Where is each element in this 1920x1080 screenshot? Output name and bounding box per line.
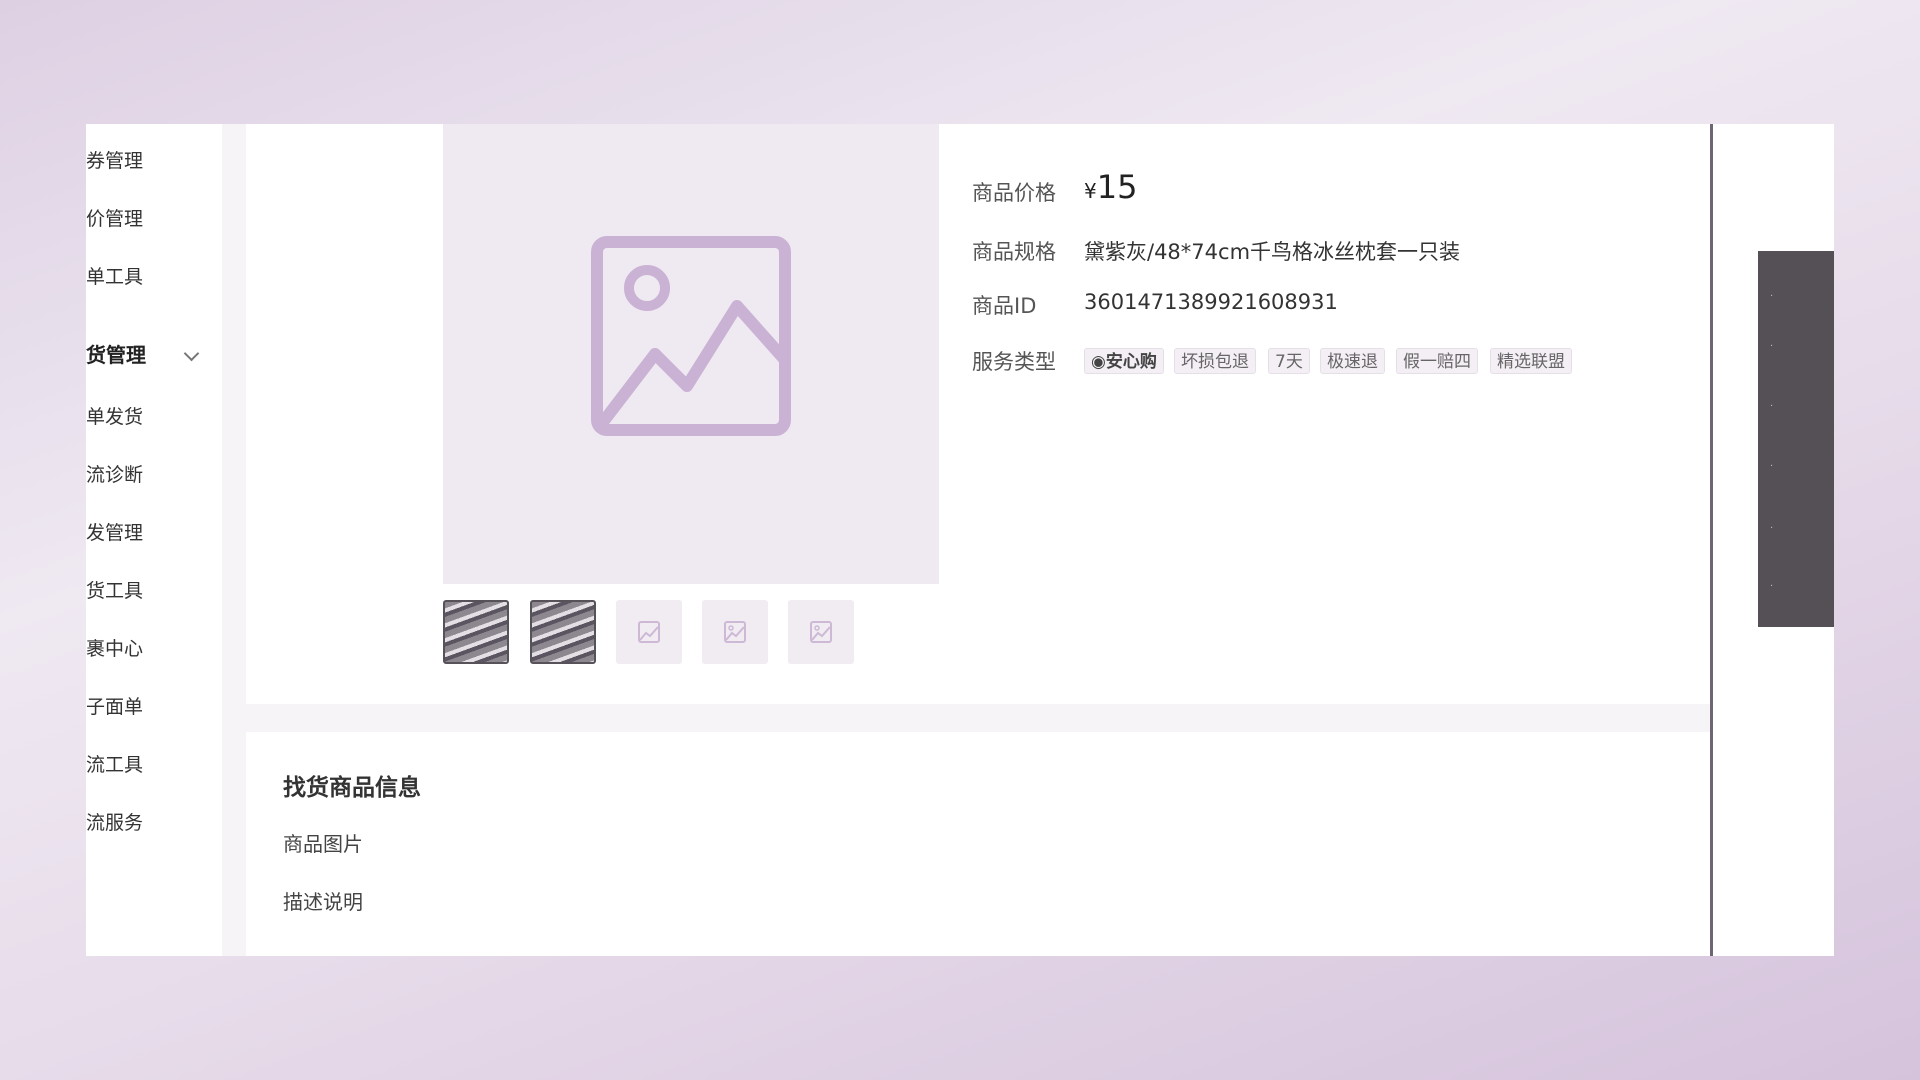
- description-label: 描述说明: [283, 890, 363, 914]
- chevron-down-icon: [183, 345, 200, 362]
- service-tag: 假一赔四: [1396, 348, 1478, 374]
- sidebar-item-logistics-diagnosis[interactable]: 流诊断: [86, 460, 143, 490]
- sidebar-item-label: 流诊断: [86, 464, 144, 486]
- sidebar-item-order-tools[interactable]: 单工具: [86, 262, 143, 292]
- sidebar-item-order-ship[interactable]: 单发货: [86, 402, 143, 432]
- price-amount: 15: [1096, 168, 1138, 206]
- sidebar-item-logistics-tools[interactable]: 流工具: [86, 750, 143, 780]
- sidebar-item-label: 单发货: [86, 406, 144, 428]
- sidebar-group-shipping[interactable]: 货管理: [86, 340, 200, 370]
- image-placeholder-icon: [810, 621, 832, 643]
- find-goods-card: [246, 732, 1710, 956]
- service-tag: 精选联盟: [1490, 348, 1572, 374]
- service-type-label: 服务类型: [972, 350, 1056, 374]
- image-placeholder-icon: [724, 621, 746, 643]
- sidebar-item-label: 货工具: [86, 580, 144, 602]
- product-images-label: 商品图片: [283, 832, 363, 856]
- shield-icon: ◉: [1091, 352, 1106, 372]
- price-currency: ¥: [1084, 179, 1097, 203]
- service-tag: 坏损包退: [1174, 348, 1256, 374]
- sidebar-item-label: 券管理: [86, 150, 144, 172]
- product-main-image[interactable]: [443, 124, 939, 584]
- sidebar-item-ship-tools[interactable]: 货工具: [86, 576, 143, 606]
- product-thumbnail[interactable]: [702, 600, 768, 664]
- sidebar-item-label: 流工具: [86, 754, 144, 776]
- sidebar-item-logistics-service[interactable]: 流服务: [86, 808, 143, 838]
- price-label: 商品价格: [972, 181, 1056, 205]
- sidebar-item-package-center[interactable]: 裹中心: [86, 634, 143, 664]
- sidebar-item-label: 裹中心: [86, 638, 144, 660]
- product-card: 商品价格 ¥15 商品规格 黛紫灰/48*74cm千鸟格冰丝枕套一只装 商品ID…: [246, 124, 1710, 704]
- service-tag: ◉安心购: [1084, 348, 1164, 374]
- sidebar-item-price[interactable]: 价管理: [86, 204, 143, 234]
- spec-label: 商品规格: [972, 240, 1056, 264]
- product-thumbnail[interactable]: [788, 600, 854, 664]
- image-placeholder-icon: [638, 621, 660, 643]
- product-thumbnail[interactable]: [443, 600, 509, 664]
- sidebar-item-dispatch[interactable]: 发管理: [86, 518, 143, 548]
- service-tag: 7天: [1268, 348, 1310, 374]
- sidebar-item-label: 流服务: [86, 812, 144, 834]
- sidebar-item-label: 价管理: [86, 208, 144, 230]
- floating-side-panel[interactable]: · · · · · ·: [1758, 251, 1834, 627]
- product-id-label: 商品ID: [972, 294, 1037, 318]
- price-value: ¥15: [1084, 168, 1137, 206]
- service-tag: 极速退: [1320, 348, 1385, 374]
- sidebar-item-e-waybill[interactable]: 子面单: [86, 692, 143, 722]
- sidebar-item-coupon[interactable]: 券管理: [86, 146, 143, 176]
- image-placeholder-icon: [591, 236, 791, 436]
- product-thumbnail[interactable]: [616, 600, 682, 664]
- sidebar: 券管理 价管理 单工具 货管理 单发货 流诊断 发管理 货工具 裹中心 子面单 …: [86, 124, 222, 956]
- product-id-value: 3601471389921608931: [1084, 290, 1338, 314]
- sidebar-item-label: 单工具: [86, 266, 144, 288]
- sidebar-group-label: 货管理: [86, 343, 146, 367]
- find-goods-title: 找货商品信息: [283, 775, 421, 801]
- sidebar-item-label: 发管理: [86, 522, 144, 544]
- sidebar-item-label: 子面单: [86, 696, 144, 718]
- app-screen: 券管理 价管理 单工具 货管理 单发货 流诊断 发管理 货工具 裹中心 子面单 …: [86, 124, 1834, 956]
- product-thumbnail[interactable]: [530, 600, 596, 664]
- spec-value: 黛紫灰/48*74cm千鸟格冰丝枕套一只装: [1084, 240, 1461, 264]
